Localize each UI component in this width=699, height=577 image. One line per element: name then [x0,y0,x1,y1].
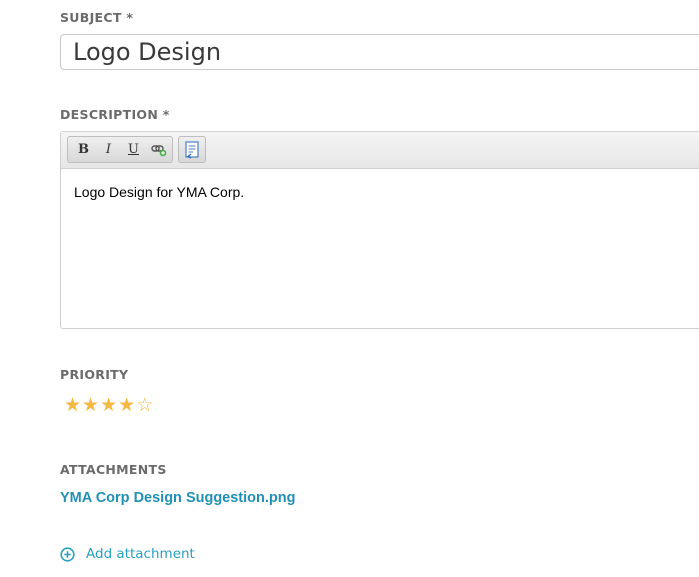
priority-rating[interactable]: ★ ★ ★ ★ ☆ [64,394,153,416]
italic-button[interactable]: I [96,139,121,161]
add-attachment-button[interactable]: Add attachment [60,546,195,562]
description-text[interactable]: Logo Design for YMA Corp. [74,184,244,200]
description-editor: B I U Logo Design for YMA Corp. [60,131,699,329]
star-filled-icon[interactable]: ★ [82,394,99,416]
priority-label: PRIORITY [60,367,129,382]
underline-button[interactable]: U [121,139,146,161]
format-button-group: B I U [67,136,173,163]
bold-button[interactable]: B [71,139,96,161]
star-filled-icon[interactable]: ★ [64,394,81,416]
task-form: SUBJECT * DESCRIPTION * B I U [0,0,699,577]
attachment-file-link[interactable]: YMA Corp Design Suggestion.png [60,490,295,506]
source-button-group [178,136,206,163]
source-view-button[interactable] [180,139,205,161]
insert-link-button[interactable] [146,139,171,161]
star-filled-icon[interactable]: ★ [100,394,117,416]
source-icon [185,140,199,159]
editor-toolbar: B I U [61,132,699,169]
subject-input[interactable] [60,34,699,70]
description-label: DESCRIPTION * [60,107,170,122]
plus-circle-icon [60,546,75,562]
star-filled-icon[interactable]: ★ [118,394,135,416]
add-attachment-label: Add attachment [86,546,195,562]
subject-label: SUBJECT * [60,10,134,25]
link-icon [150,144,166,156]
star-empty-icon[interactable]: ☆ [136,394,153,416]
attachments-label: ATTACHMENTS [60,462,167,477]
